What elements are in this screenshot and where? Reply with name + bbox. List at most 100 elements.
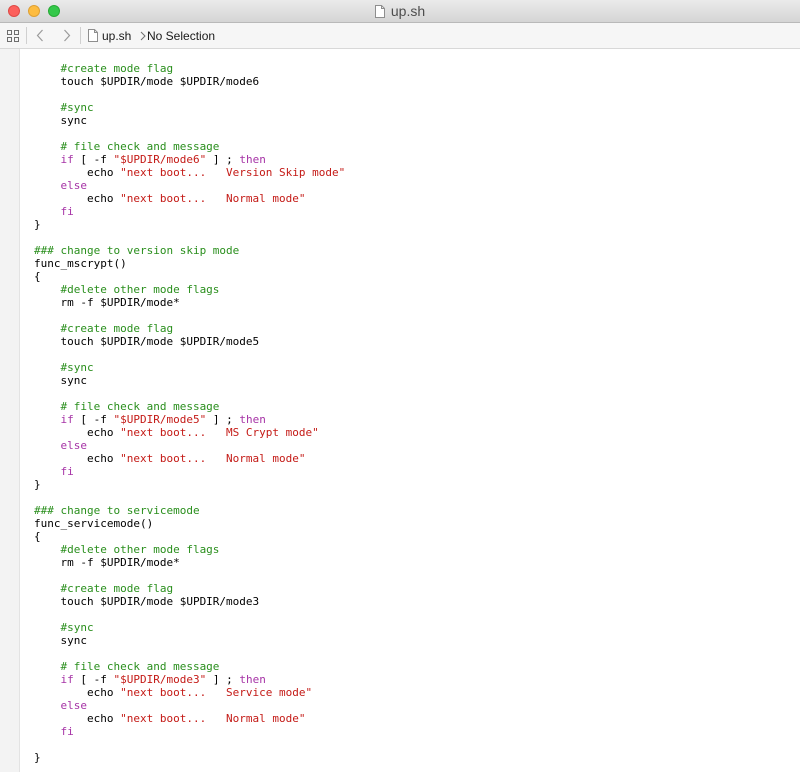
code-line[interactable]: #sync: [34, 101, 345, 114]
back-button[interactable]: [30, 23, 50, 48]
code-line[interactable]: {: [34, 530, 345, 543]
code-line[interactable]: # file check and message: [34, 400, 345, 413]
code-line[interactable]: func_mscrypt(): [34, 257, 345, 270]
code-text-token: echo: [34, 192, 121, 205]
code-line[interactable]: rm -f $UPDIR/mode*: [34, 296, 345, 309]
code-line[interactable]: func_servicemode(): [34, 517, 345, 530]
breadcrumb-selection[interactable]: No Selection: [147, 23, 215, 48]
code-keyword: else: [60, 699, 88, 712]
code-keyword: else: [60, 179, 88, 192]
code-line[interactable]: #delete other mode flags: [34, 543, 345, 556]
grid-icon: [7, 29, 19, 42]
code-comment: # file check and message: [34, 140, 220, 153]
editor-window: up.sh up.sh No Selection #create mode fl…: [0, 0, 800, 772]
code-comment: ### change to version skip mode: [34, 244, 240, 257]
code-line[interactable]: [34, 491, 345, 504]
code-text-token: echo: [34, 426, 121, 439]
code-line[interactable]: [34, 608, 345, 621]
code-line[interactable]: [34, 569, 345, 582]
code-line[interactable]: [34, 348, 345, 361]
code-text-token: touch $UPDIR/mode $UPDIR/mode3: [34, 595, 260, 608]
code-string: "next boot... MS Crypt mode": [120, 426, 319, 439]
code-line[interactable]: [34, 387, 345, 400]
code-line[interactable]: if [ -f "$UPDIR/mode6" ] ; then: [34, 153, 345, 166]
code-line[interactable]: sync: [34, 114, 345, 127]
code-line[interactable]: else: [34, 179, 345, 192]
code-string: "$UPDIR/mode5": [113, 413, 207, 426]
code-line[interactable]: rm -f $UPDIR/mode*: [34, 556, 345, 569]
code-line[interactable]: echo "next boot... Service mode": [34, 686, 345, 699]
code-line[interactable]: [34, 231, 345, 244]
code-line[interactable]: }: [34, 751, 345, 764]
code-text-token: echo: [34, 712, 121, 725]
code-line[interactable]: touch $UPDIR/mode $UPDIR/mode3: [34, 595, 345, 608]
code-comment: #delete other mode flags: [34, 543, 220, 556]
code-line[interactable]: fi: [34, 465, 345, 478]
document-icon: [374, 4, 385, 18]
breadcrumb-file[interactable]: up.sh: [88, 23, 131, 48]
code-keyword: if: [60, 413, 74, 426]
code-line[interactable]: # file check and message: [34, 140, 345, 153]
source-editor[interactable]: #create mode flag touch $UPDIR/mode $UPD…: [0, 49, 800, 772]
code-comment: # file check and message: [34, 400, 220, 413]
related-items-button[interactable]: [3, 23, 23, 48]
code-line[interactable]: [34, 309, 345, 322]
code-line[interactable]: [34, 127, 345, 140]
code-line[interactable]: echo "next boot... MS Crypt mode": [34, 426, 345, 439]
code-line[interactable]: }: [34, 218, 345, 231]
code-line[interactable]: #create mode flag: [34, 582, 345, 595]
code-line[interactable]: }: [34, 478, 345, 491]
code-line[interactable]: echo "next boot... Normal mode": [34, 712, 345, 725]
code-text-token: }: [34, 478, 41, 491]
forward-button[interactable]: [57, 23, 77, 48]
code-line[interactable]: [34, 88, 345, 101]
code-line[interactable]: else: [34, 699, 345, 712]
code-line[interactable]: ### change to version skip mode: [34, 244, 345, 257]
code-line[interactable]: sync: [34, 374, 345, 387]
code-line[interactable]: ### change to servicemode: [34, 504, 345, 517]
code-line[interactable]: echo "next boot... Version Skip mode": [34, 166, 345, 179]
code-line[interactable]: echo "next boot... Normal mode": [34, 452, 345, 465]
code-line[interactable]: else: [34, 439, 345, 452]
code-string: "next boot... Normal mode": [120, 452, 306, 465]
code-line[interactable]: #create mode flag: [34, 322, 345, 335]
code-line[interactable]: fi: [34, 205, 345, 218]
title-bar[interactable]: up.sh: [0, 0, 800, 23]
code-text-token: ] ;: [206, 153, 240, 166]
code-comment: #sync: [34, 621, 94, 634]
code-line[interactable]: {: [34, 270, 345, 283]
code-line[interactable]: #create mode flag: [34, 62, 345, 75]
code-line[interactable]: if [ -f "$UPDIR/mode5" ] ; then: [34, 413, 345, 426]
code-line[interactable]: #delete other mode flags: [34, 283, 345, 296]
code-comment: #sync: [34, 101, 94, 114]
code-line[interactable]: touch $UPDIR/mode $UPDIR/mode6: [34, 75, 345, 88]
jump-bar: up.sh No Selection: [0, 23, 800, 49]
code-text[interactable]: #create mode flag touch $UPDIR/mode $UPD…: [34, 62, 345, 764]
code-line[interactable]: [34, 738, 345, 751]
code-comment: #create mode flag: [34, 322, 174, 335]
code-text-token: rm -f $UPDIR/mode*: [34, 296, 180, 309]
code-line[interactable]: echo "next boot... Normal mode": [34, 192, 345, 205]
code-comment: #create mode flag: [34, 582, 174, 595]
code-keyword: then: [239, 153, 266, 166]
code-line[interactable]: if [ -f "$UPDIR/mode3" ] ; then: [34, 673, 345, 686]
code-line[interactable]: [34, 647, 345, 660]
code-line[interactable]: #sync: [34, 621, 345, 634]
code-line[interactable]: touch $UPDIR/mode $UPDIR/mode5: [34, 335, 345, 348]
code-line[interactable]: # file check and message: [34, 660, 345, 673]
jumpbar-divider: [26, 27, 27, 44]
code-string: "next boot... Service mode": [120, 686, 313, 699]
code-line[interactable]: fi: [34, 725, 345, 738]
code-comment: #sync: [34, 361, 94, 374]
code-string: "$UPDIR/mode6": [113, 153, 207, 166]
code-line[interactable]: sync: [34, 634, 345, 647]
code-keyword: fi: [60, 725, 74, 738]
jumpbar-divider: [80, 27, 81, 44]
code-text-token: touch $UPDIR/mode $UPDIR/mode6: [34, 75, 260, 88]
code-line[interactable]: #sync: [34, 361, 345, 374]
